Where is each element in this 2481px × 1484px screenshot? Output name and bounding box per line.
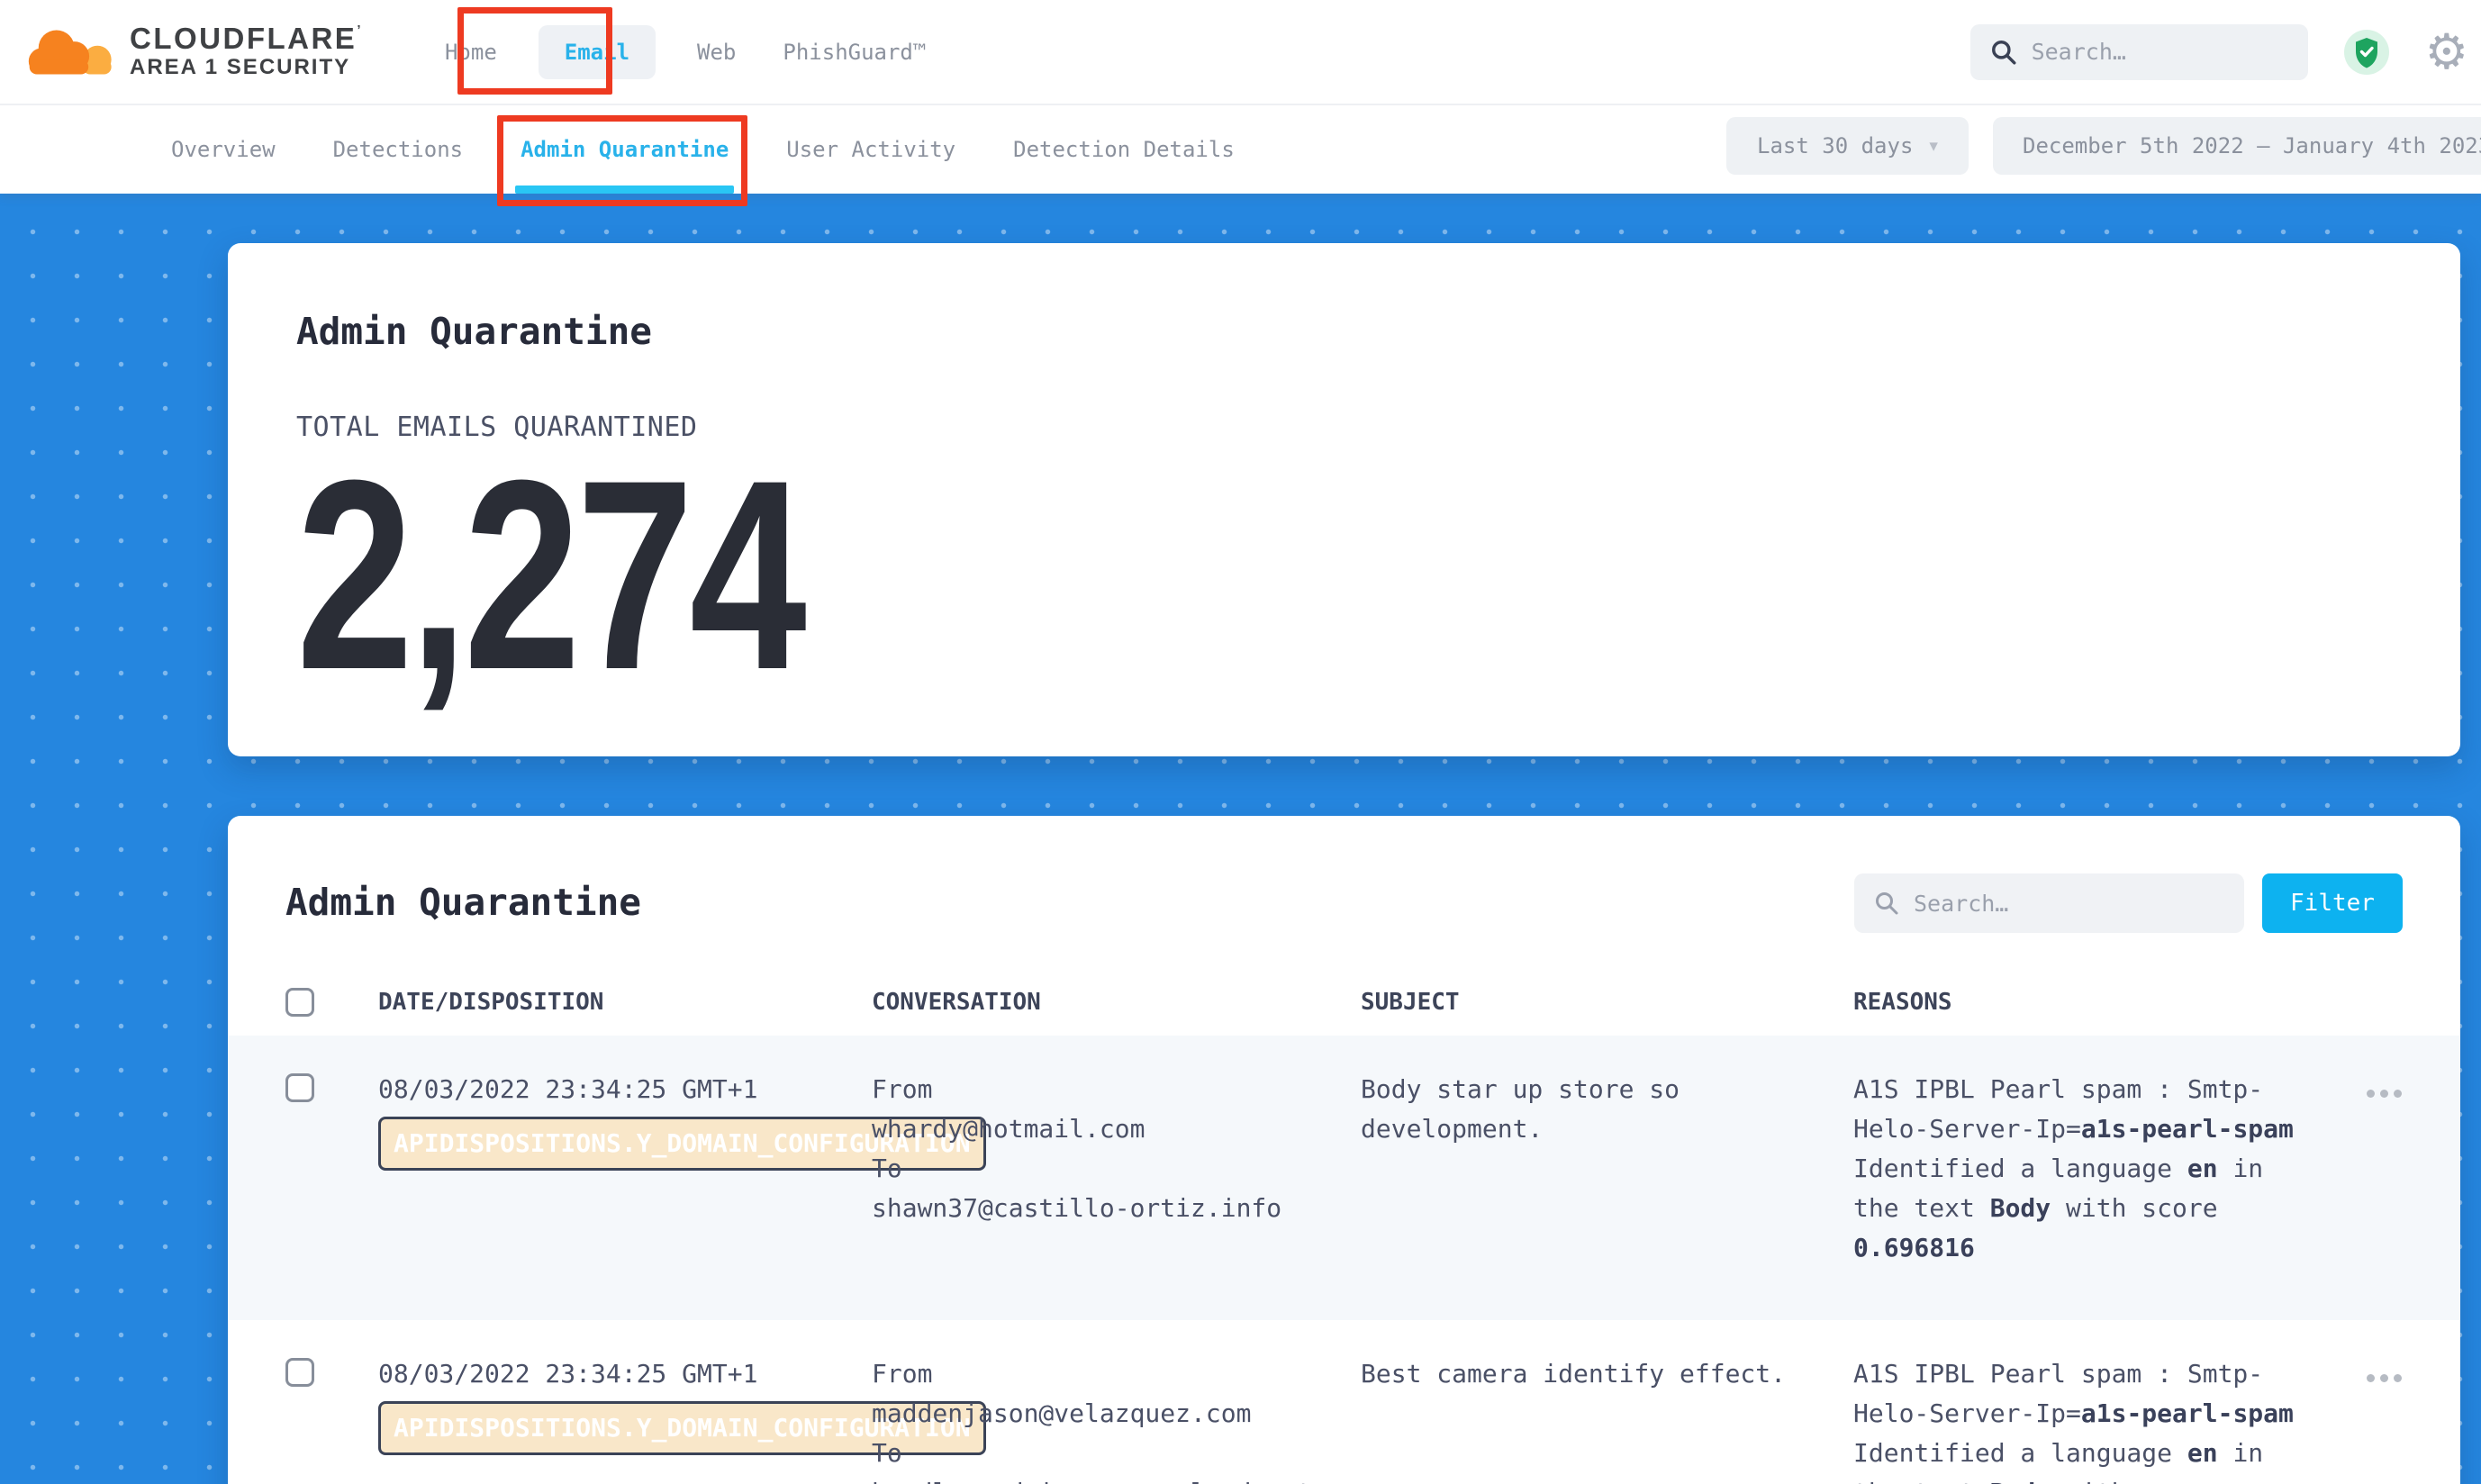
quarantine-table: DATE/DISPOSITION CONVERSATION SUBJECT RE… bbox=[228, 969, 2460, 1484]
select-all-checkbox[interactable] bbox=[285, 988, 314, 1017]
search-icon bbox=[1874, 891, 1899, 916]
settings-gear-icon[interactable]: ⚙ bbox=[2425, 28, 2468, 77]
to-address: shawn37@castillo-ortiz.info bbox=[872, 1189, 1361, 1228]
global-search[interactable] bbox=[1970, 24, 2308, 80]
tab-admin-quarantine[interactable]: Admin Quarantine bbox=[521, 105, 729, 194]
date-disposition-cell: 08/03/2022 23:34:25 GMT+1 APIDISPOSITION… bbox=[378, 1354, 872, 1484]
column-header-subject: SUBJECT bbox=[1361, 989, 1853, 1016]
brand-cloudflare: CLOUDFLARE’ bbox=[130, 23, 363, 55]
time-range-dropdown[interactable]: Last 30 days ▾ bbox=[1726, 117, 1969, 175]
global-search-input[interactable] bbox=[2032, 39, 2288, 65]
quarantine-table-card: Admin Quarantine Filter DATE/DISPOSITION… bbox=[228, 816, 2460, 1484]
table-search-input[interactable] bbox=[1914, 891, 2224, 917]
from-label: From bbox=[872, 1070, 1361, 1109]
row-date: 08/03/2022 23:34:25 GMT+1 bbox=[378, 1070, 872, 1109]
from-address: maddenjason@velazquez.com bbox=[872, 1394, 1361, 1434]
conversation-cell: From maddenjason@velazquez.com To bradle… bbox=[872, 1354, 1361, 1484]
from-address: whardy@hotmail.com bbox=[872, 1109, 1361, 1149]
quarantine-card-title: Admin Quarantine bbox=[285, 882, 1854, 923]
search-icon bbox=[1990, 39, 2017, 66]
filter-button[interactable]: Filter bbox=[2262, 873, 2403, 933]
row-checkbox[interactable] bbox=[285, 1073, 314, 1102]
nav-email[interactable]: Email bbox=[539, 25, 656, 79]
primary-nav: Home Email Web PhishGuard™ bbox=[439, 25, 931, 79]
row-checkbox[interactable] bbox=[285, 1358, 314, 1387]
tab-overview[interactable]: Overview bbox=[171, 105, 276, 194]
summary-card-title: Admin Quarantine bbox=[296, 312, 2392, 352]
chevron-down-icon: ▾ bbox=[1929, 136, 1938, 156]
date-range-label: December 5th 2022 — January 4th 2023 bbox=[2023, 133, 2481, 158]
tab-user-activity[interactable]: User Activity bbox=[786, 105, 955, 194]
row-actions-menu[interactable] bbox=[2358, 1081, 2411, 1107]
email-sub-nav: Overview Detections Admin Quarantine Use… bbox=[0, 104, 2481, 194]
date-disposition-cell: 08/03/2022 23:34:25 GMT+1 APIDISPOSITION… bbox=[378, 1070, 872, 1268]
brand-text: CLOUDFLARE’ AREA 1 SECURITY bbox=[130, 23, 363, 79]
total-quarantined-value: 2,274 bbox=[296, 466, 1931, 683]
nav-web[interactable]: Web bbox=[692, 25, 741, 79]
column-header-date: DATE/DISPOSITION bbox=[378, 989, 872, 1016]
column-header-reasons: REASONS bbox=[1853, 989, 2308, 1016]
column-header-conversation: CONVERSATION bbox=[872, 989, 1361, 1016]
subject-cell: Body star up store so development. bbox=[1361, 1070, 1853, 1268]
cloudflare-logo[interactable]: CLOUDFLARE’ AREA 1 SECURITY bbox=[27, 23, 363, 82]
tab-detections[interactable]: Detections bbox=[333, 105, 464, 194]
to-label: To bbox=[872, 1434, 1361, 1473]
quarantine-card-header: Admin Quarantine Filter bbox=[228, 816, 2460, 933]
to-label: To bbox=[872, 1149, 1361, 1189]
row-actions-menu[interactable] bbox=[2358, 1365, 2411, 1391]
nav-home[interactable]: Home bbox=[439, 25, 503, 79]
row-date: 08/03/2022 23:34:25 GMT+1 bbox=[378, 1354, 872, 1394]
brand-mark: ’ bbox=[357, 23, 363, 38]
table-header-row: DATE/DISPOSITION CONVERSATION SUBJECT RE… bbox=[228, 969, 2460, 1036]
table-row: 08/03/2022 23:34:25 GMT+1 APIDISPOSITION… bbox=[228, 1320, 2460, 1484]
page-background: Admin Quarantine TOTAL EMAILS QUARANTINE… bbox=[0, 194, 2481, 1484]
summary-card: Admin Quarantine TOTAL EMAILS QUARANTINE… bbox=[228, 243, 2460, 756]
from-label: From bbox=[872, 1354, 1361, 1394]
time-range-label: Last 30 days bbox=[1757, 133, 1913, 158]
to-address: bradleyrodriguez@copeland.net bbox=[872, 1473, 1361, 1484]
cloudflare-cloud-icon bbox=[27, 23, 117, 82]
brand-area1: AREA 1 SECURITY bbox=[130, 55, 363, 80]
security-shield-icon[interactable] bbox=[2344, 30, 2389, 75]
top-bar: CLOUDFLARE’ AREA 1 SECURITY Home Email W… bbox=[0, 0, 2481, 104]
tab-detection-details[interactable]: Detection Details bbox=[1013, 105, 1235, 194]
conversation-cell: From whardy@hotmail.com To shawn37@casti… bbox=[872, 1070, 1361, 1268]
date-range-picker[interactable]: December 5th 2022 — January 4th 2023 bbox=[1993, 117, 2481, 175]
subject-cell: Best camera identify effect. bbox=[1361, 1354, 1853, 1484]
nav-phishguard[interactable]: PhishGuard™ bbox=[777, 25, 931, 79]
sub-nav-tabs: Overview Detections Admin Quarantine Use… bbox=[171, 105, 1235, 194]
table-search[interactable] bbox=[1854, 873, 2244, 933]
reasons-cell: A1S IPBL Pearl spam : Smtp-Helo-Server-I… bbox=[1853, 1354, 2308, 1484]
reasons-cell: A1S IPBL Pearl spam : Smtp-Helo-Server-I… bbox=[1853, 1070, 2308, 1268]
table-row: 08/03/2022 23:34:25 GMT+1 APIDISPOSITION… bbox=[228, 1036, 2460, 1320]
